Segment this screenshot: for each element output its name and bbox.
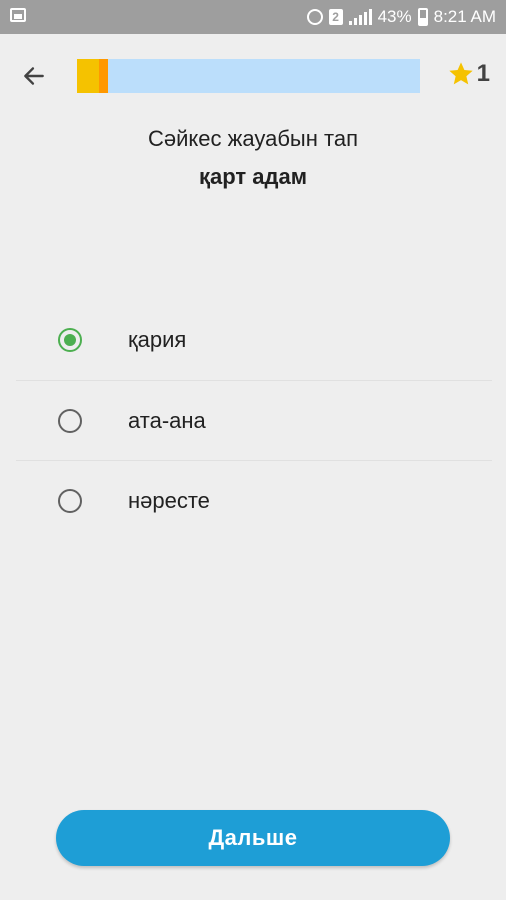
answer-option[interactable]: нәресте xyxy=(16,460,492,540)
radio-button[interactable] xyxy=(58,489,82,513)
progress-tip xyxy=(98,59,108,93)
clock: 8:21 AM xyxy=(433,7,496,26)
question: Сәйкес жауабын тап қарт адам xyxy=(0,124,506,194)
question-prompt: Сәйкес жауабын тап xyxy=(148,126,358,151)
gallery-notification-icon xyxy=(10,8,26,22)
back-button[interactable] xyxy=(14,56,54,96)
battery-percent: 43% xyxy=(377,7,412,26)
answer-option-label: қария xyxy=(128,327,187,352)
answer-option[interactable]: қария xyxy=(16,300,492,380)
sim-icon: 2 xyxy=(328,9,343,25)
status-bar: 2 43% 8:21 AM xyxy=(0,0,506,34)
radio-button[interactable] xyxy=(58,328,82,352)
signal-icon xyxy=(348,9,372,25)
answer-option-label: ата-ана xyxy=(128,407,206,433)
status-indicators: 2 43% 8:21 AM xyxy=(306,7,496,27)
alarm-icon xyxy=(306,9,323,25)
top-bar: 1 xyxy=(0,34,506,118)
battery-icon xyxy=(417,8,428,26)
next-button[interactable]: Дальше xyxy=(56,810,450,866)
score: 1 xyxy=(447,60,490,88)
answer-option-label: нәресте xyxy=(128,487,210,513)
lesson-progress-bar xyxy=(77,59,420,93)
star-icon xyxy=(448,62,473,85)
answer-option[interactable]: ата-ана xyxy=(16,380,492,460)
question-word: қарт адам xyxy=(199,164,307,189)
arrow-left-icon xyxy=(24,67,44,85)
answer-options: қария ата-ана нәресте xyxy=(16,300,492,540)
radio-button[interactable] xyxy=(58,409,82,433)
score-value: 1 xyxy=(476,60,490,87)
